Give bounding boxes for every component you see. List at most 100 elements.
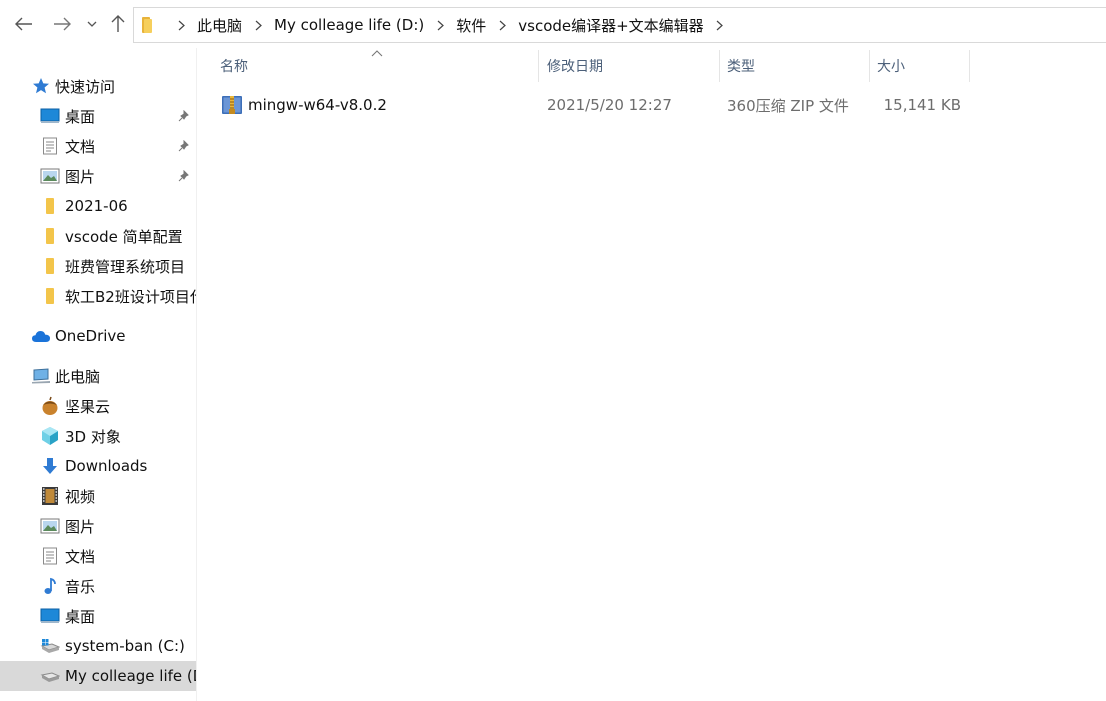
file-list: 名称 修改日期 类型 大小 mingw-w64-v8.0.2 2021/5/20… bbox=[197, 48, 1106, 701]
sidebar-item-label: 软工B2班设计项目代 bbox=[65, 287, 197, 306]
breadcrumb-current-folder[interactable]: vscode编译器+文本编辑器 bbox=[515, 15, 706, 36]
folder-icon bbox=[40, 226, 60, 246]
sidebar-item-documents-pc[interactable]: 文档 bbox=[0, 541, 197, 571]
column-divider[interactable] bbox=[719, 50, 720, 82]
column-divider[interactable] bbox=[869, 50, 870, 82]
sidebar-item-label: 3D 对象 bbox=[65, 427, 121, 446]
document-icon bbox=[40, 136, 60, 156]
cloud-icon bbox=[31, 326, 51, 346]
sidebar-item-drive-c[interactable]: system-ban (C:) bbox=[0, 631, 197, 661]
column-header-label: 修改日期 bbox=[547, 59, 603, 75]
file-size: 15,141 KB bbox=[883, 96, 961, 114]
pin-icon[interactable] bbox=[177, 169, 191, 183]
column-divider[interactable] bbox=[538, 50, 539, 82]
chevron-right-icon[interactable] bbox=[249, 16, 267, 34]
recent-locations-button[interactable] bbox=[83, 10, 101, 38]
column-header-size[interactable]: 大小 bbox=[877, 48, 969, 84]
sidebar-item-folder-class-fee[interactable]: 班费管理系统项目 bbox=[0, 251, 197, 281]
navigation-pane: 快速访问 桌面 文档 图片 2021-06 vscode 简单配置 班费管理系统… bbox=[0, 48, 197, 701]
document-icon bbox=[40, 546, 60, 566]
sidebar-item-documents[interactable]: 文档 bbox=[0, 131, 197, 161]
chevron-right-icon[interactable] bbox=[493, 16, 511, 34]
sidebar-item-3d-objects[interactable]: 3D 对象 bbox=[0, 421, 197, 451]
file-name-cell[interactable]: mingw-w64-v8.0.2 bbox=[221, 88, 387, 122]
sidebar-item-pictures[interactable]: 图片 bbox=[0, 161, 197, 191]
desktop-icon bbox=[40, 606, 60, 626]
breadcrumb-drive-d[interactable]: My colleage life (D:) bbox=[271, 16, 427, 34]
folder-icon bbox=[140, 16, 158, 34]
navigation-bar: 此电脑 My colleage life (D:) 软件 vscode编译器+文… bbox=[0, 0, 1106, 48]
sidebar-item-label: system-ban (C:) bbox=[65, 637, 185, 655]
breadcrumb-software[interactable]: 软件 bbox=[453, 15, 489, 36]
desktop-icon bbox=[40, 106, 60, 126]
file-date: 2021/5/20 12:27 bbox=[547, 96, 672, 114]
sidebar-item-label: 桌面 bbox=[65, 107, 96, 126]
address-bar[interactable]: 此电脑 My colleage life (D:) 软件 vscode编译器+文… bbox=[133, 7, 1106, 43]
column-divider[interactable] bbox=[969, 50, 970, 82]
pictures-icon bbox=[40, 516, 60, 536]
column-header-date[interactable]: 修改日期 bbox=[547, 48, 719, 84]
sidebar-item-label: 桌面 bbox=[65, 607, 96, 626]
nutstore-icon bbox=[40, 396, 60, 416]
sidebar-item-pictures-pc[interactable]: 图片 bbox=[0, 511, 197, 541]
music-icon bbox=[40, 576, 60, 596]
pictures-icon bbox=[40, 166, 60, 186]
sidebar-item-label: vscode 简单配置 bbox=[65, 227, 183, 246]
computer-icon bbox=[31, 366, 51, 386]
sidebar-item-folder-vscode-config[interactable]: vscode 简单配置 bbox=[0, 221, 197, 251]
sidebar-item-folder-design-project[interactable]: 软工B2班设计项目代 bbox=[0, 281, 197, 311]
sidebar-item-label: 快速访问 bbox=[55, 77, 116, 96]
sidebar-item-label: My colleage life (D:) bbox=[65, 667, 197, 685]
videos-icon bbox=[40, 486, 60, 506]
forward-button[interactable] bbox=[48, 10, 76, 38]
sidebar-item-label: 此电脑 bbox=[55, 367, 101, 386]
column-header-type[interactable]: 类型 bbox=[727, 48, 869, 84]
sidebar-item-nutstore[interactable]: 坚果云 bbox=[0, 391, 197, 421]
chevron-right-icon[interactable] bbox=[711, 16, 729, 34]
sidebar-item-downloads[interactable]: Downloads bbox=[0, 451, 197, 481]
downloads-icon bbox=[40, 456, 60, 476]
3d-objects-icon bbox=[40, 426, 60, 446]
breadcrumb-this-pc[interactable]: 此电脑 bbox=[194, 15, 245, 36]
arrow-up-icon bbox=[111, 15, 125, 32]
pin-icon[interactable] bbox=[177, 109, 191, 123]
sidebar-item-drive-d[interactable]: My colleage life (D:) bbox=[0, 661, 197, 691]
file-name: mingw-w64-v8.0.2 bbox=[248, 96, 387, 114]
sidebar-item-quick-access[interactable]: 快速访问 bbox=[0, 71, 197, 101]
sidebar-item-label: 2021-06 bbox=[65, 197, 128, 215]
chevron-down-icon bbox=[87, 21, 97, 27]
sidebar-item-label: 文档 bbox=[65, 547, 96, 566]
arrow-right-icon bbox=[54, 17, 71, 31]
drive-icon bbox=[40, 666, 60, 686]
column-header-label: 大小 bbox=[877, 59, 905, 75]
sidebar-item-label: Downloads bbox=[65, 457, 148, 475]
chevron-right-icon[interactable] bbox=[172, 16, 190, 34]
chevron-right-icon[interactable] bbox=[431, 16, 449, 34]
back-button[interactable] bbox=[10, 10, 38, 38]
sidebar-item-onedrive[interactable]: OneDrive bbox=[0, 321, 197, 351]
sidebar-item-folder-2021-06[interactable]: 2021-06 bbox=[0, 191, 197, 221]
folder-icon bbox=[40, 256, 60, 276]
sidebar-item-label: 视频 bbox=[65, 487, 96, 506]
folder-icon bbox=[40, 196, 60, 216]
sidebar-item-label: 坚果云 bbox=[65, 397, 111, 416]
zip-archive-icon bbox=[221, 94, 243, 116]
star-icon bbox=[31, 76, 51, 96]
sidebar-item-label: 图片 bbox=[65, 167, 96, 186]
sidebar-item-label: 音乐 bbox=[65, 577, 96, 596]
column-header-label: 名称 bbox=[220, 59, 248, 75]
sidebar-item-music[interactable]: 音乐 bbox=[0, 571, 197, 601]
column-header-label: 类型 bbox=[727, 59, 755, 75]
sidebar-item-desktop[interactable]: 桌面 bbox=[0, 101, 197, 131]
sidebar-item-label: 班费管理系统项目 bbox=[65, 257, 186, 276]
up-button[interactable] bbox=[105, 10, 131, 38]
file-row[interactable]: mingw-w64-v8.0.2 2021/5/20 12:27 360压缩 Z… bbox=[217, 88, 969, 122]
sidebar-item-label: OneDrive bbox=[55, 327, 126, 345]
arrow-left-icon bbox=[15, 17, 32, 31]
sidebar-item-desktop-pc[interactable]: 桌面 bbox=[0, 601, 197, 631]
column-header-name[interactable]: 名称 bbox=[220, 48, 538, 84]
sidebar-item-this-pc[interactable]: 此电脑 bbox=[0, 361, 197, 391]
pin-icon[interactable] bbox=[177, 139, 191, 153]
drive-c-icon bbox=[40, 636, 60, 656]
sidebar-item-videos[interactable]: 视频 bbox=[0, 481, 197, 511]
